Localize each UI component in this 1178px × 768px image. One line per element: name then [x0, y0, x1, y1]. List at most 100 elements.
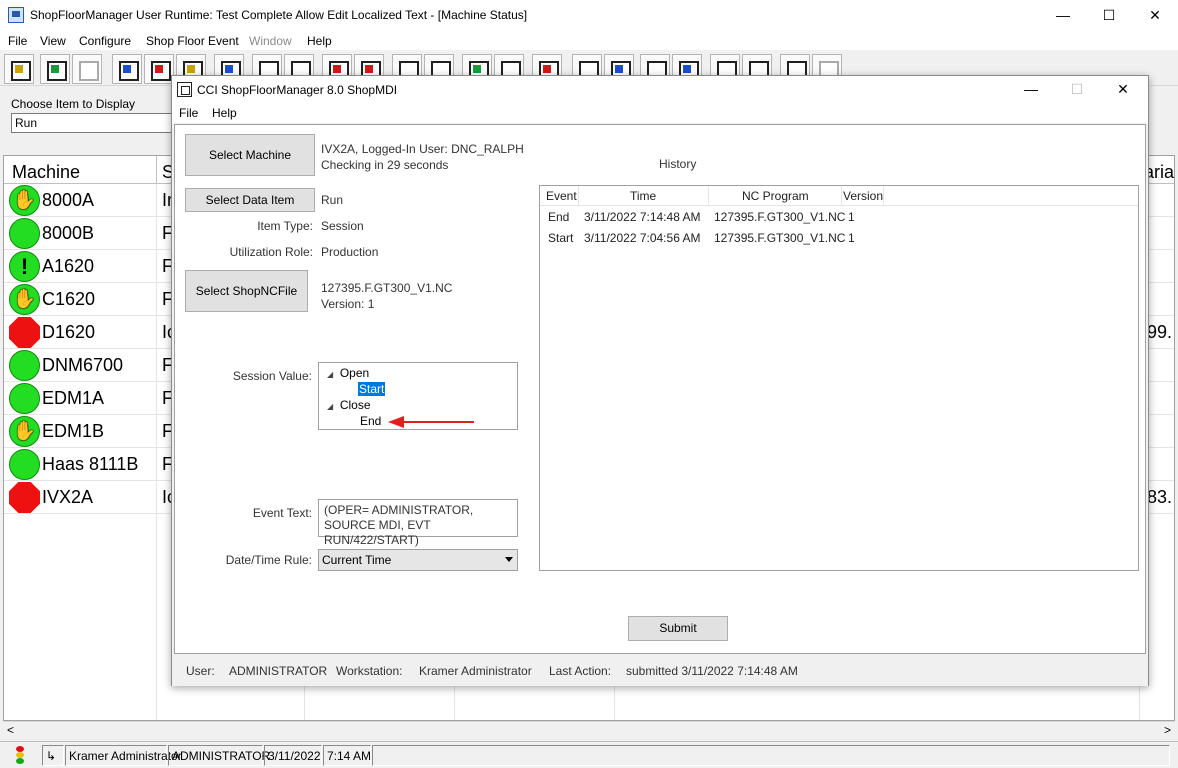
tree-node-open[interactable]: ◢ Open	[327, 366, 369, 380]
history-header: Event Time NC Program Version	[540, 186, 1138, 206]
maximize-button[interactable]: ☐	[1086, 0, 1132, 30]
close-button[interactable]: ✕	[1132, 0, 1178, 30]
history-row[interactable]: Start 3/11/2022 7:04:56 AM 127395.F.GT30…	[540, 228, 1138, 249]
expand-triangle-icon[interactable]: ◢	[327, 370, 333, 379]
history-list[interactable]: Event Time NC Program Version End 3/11/2…	[539, 185, 1139, 571]
menubar: File View Configure Shop Floor Event Win…	[0, 32, 1178, 50]
choose-item-label: Choose Item to Display	[11, 97, 136, 111]
machine-variance-text: 99.	[1147, 322, 1173, 342]
history-program: 127395.F.GT300_V1.NC	[714, 210, 846, 224]
history-time: 3/11/2022 7:04:56 AM	[584, 231, 701, 245]
toolbar-door-icon[interactable]	[4, 54, 34, 84]
history-col-time[interactable]: Time	[630, 189, 656, 203]
history-title: History	[659, 157, 697, 171]
menu-window[interactable]: Window	[249, 34, 292, 48]
tree-node-end[interactable]: End	[360, 414, 381, 428]
ncfile-name: 127395.F.GT300_V1.NC	[321, 281, 453, 295]
status-workstation-label: Workstation:	[336, 664, 403, 678]
select-ncfile-button[interactable]: Select ShopNCFile	[185, 270, 308, 312]
dialog-maximize-button[interactable]: ☐	[1054, 76, 1100, 103]
dialog-minimize-button[interactable]: —	[1008, 76, 1054, 103]
toolbar-zoom-icon[interactable]	[72, 54, 102, 84]
statusbar-message	[372, 745, 1170, 766]
statusbar-arrow-icon: ↳	[42, 745, 64, 766]
toolbar-report-icon[interactable]	[112, 54, 142, 84]
select-data-item-button[interactable]: Select Data Item	[185, 188, 315, 212]
dialog-menu-file[interactable]: File	[179, 106, 198, 120]
minimize-button[interactable]: —	[1040, 0, 1086, 30]
datetime-rule-select[interactable]: Current Time	[318, 549, 518, 571]
utilization-role-label: Utilization Role:	[229, 245, 313, 259]
dialog-menu-help[interactable]: Help	[212, 106, 237, 120]
annotation-arrow-icon	[388, 416, 474, 428]
running-status-icon	[9, 350, 40, 381]
data-item-value: Run	[321, 193, 344, 207]
shopmdi-dialog: CCI ShopFloorManager 8.0 ShopMDI — ☐ ✕ F…	[171, 75, 1149, 686]
running-status-icon	[9, 449, 40, 480]
column-separator[interactable]	[578, 186, 579, 205]
machine-name: 8000B	[42, 223, 95, 243]
history-event: End	[548, 210, 570, 224]
dialog-titlebar: CCI ShopFloorManager 8.0 ShopMDI — ☐ ✕	[172, 76, 1148, 103]
window-title: ShopFloorManager User Runtime: Test Comp…	[30, 8, 528, 22]
warning-status-icon: !	[9, 251, 40, 282]
status-user-value: ADMINISTRATOR	[229, 664, 328, 678]
choose-item-input[interactable]: Run	[11, 113, 173, 133]
column-separator[interactable]	[156, 156, 157, 184]
submit-button[interactable]: Submit	[628, 616, 728, 641]
hand-icon: ✋	[12, 421, 37, 442]
toolbar-chart-icon[interactable]	[40, 54, 70, 84]
horizontal-scrollbar[interactable]: < >	[3, 721, 1175, 738]
status-last-action-label: Last Action:	[549, 664, 612, 678]
event-text-field[interactable]: (OPER= ADMINISTRATOR, SOURCE MDI, EVT RU…	[318, 499, 518, 547]
statusbar-date: 3/11/2022	[264, 745, 322, 766]
column-header-machine[interactable]: Machine	[12, 162, 80, 183]
history-col-event[interactable]: Event	[546, 189, 577, 203]
statusbar-user: ADMINISTRATOR	[168, 745, 270, 766]
scroll-left-icon[interactable]: <	[7, 722, 14, 739]
history-event: Start	[548, 231, 574, 245]
status-last-action-value: submitted 3/11/2022 7:14:48 AM	[626, 664, 798, 678]
hand-status-icon: ✋	[9, 416, 40, 447]
column-separator[interactable]	[883, 186, 884, 205]
running-status-icon	[9, 383, 40, 414]
chevron-down-icon[interactable]	[505, 557, 513, 562]
dialog-menubar: File Help	[172, 103, 1148, 123]
history-program: 127395.F.GT300_V1.NC	[714, 231, 846, 245]
menu-file[interactable]: File	[8, 34, 27, 48]
select-machine-button[interactable]: Select Machine	[185, 134, 315, 176]
session-value-label: Session Value:	[232, 369, 312, 383]
app-icon	[8, 7, 24, 23]
toolbar-record-icon[interactable]	[144, 54, 174, 84]
history-version: 1	[848, 210, 855, 224]
item-type-label: Item Type:	[257, 219, 313, 233]
menu-shop-floor-event[interactable]: Shop Floor Event	[146, 34, 239, 48]
dialog-panel: Select Machine IVX2A, Logged-In User: DN…	[174, 124, 1146, 654]
stop-status-icon	[9, 317, 40, 348]
menu-configure[interactable]: Configure	[79, 34, 131, 48]
history-col-version[interactable]: Version	[843, 189, 883, 203]
dialog-close-button[interactable]: ✕	[1100, 76, 1146, 103]
datetime-rule-label: Date/Time Rule:	[225, 553, 312, 567]
event-text-label: Event Text:	[252, 506, 312, 520]
tree-node-start[interactable]: Start	[358, 382, 386, 396]
status-user-label: User:	[186, 664, 215, 678]
history-row[interactable]: End 3/11/2022 7:14:48 AM 127395.F.GT300_…	[540, 207, 1138, 228]
menu-view[interactable]: View	[40, 34, 66, 48]
hand-status-icon: ✋	[9, 284, 40, 315]
status-workstation-value: Kramer Administrator	[419, 664, 532, 678]
machine-name: A1620	[42, 256, 95, 276]
expand-triangle-icon[interactable]: ◢	[327, 402, 333, 411]
statusbar: ↳ Kramer Administrator ADMINISTRATOR 3/1…	[0, 741, 1178, 768]
machine-info: IVX2A, Logged-In User: DNC_RALPH	[321, 142, 524, 156]
running-status-icon	[9, 218, 40, 249]
checking-countdown: Checking in 29 seconds	[321, 158, 449, 172]
column-separator[interactable]	[708, 186, 709, 205]
menu-help[interactable]: Help	[307, 34, 332, 48]
tree-node-close[interactable]: ◢ Close	[327, 398, 371, 412]
dialog-title: CCI ShopFloorManager 8.0 ShopMDI	[197, 83, 398, 97]
datetime-rule-value: Current Time	[322, 553, 392, 567]
history-col-program[interactable]: NC Program	[742, 189, 809, 203]
scroll-right-icon[interactable]: >	[1164, 722, 1171, 739]
column-separator[interactable]	[841, 186, 842, 205]
